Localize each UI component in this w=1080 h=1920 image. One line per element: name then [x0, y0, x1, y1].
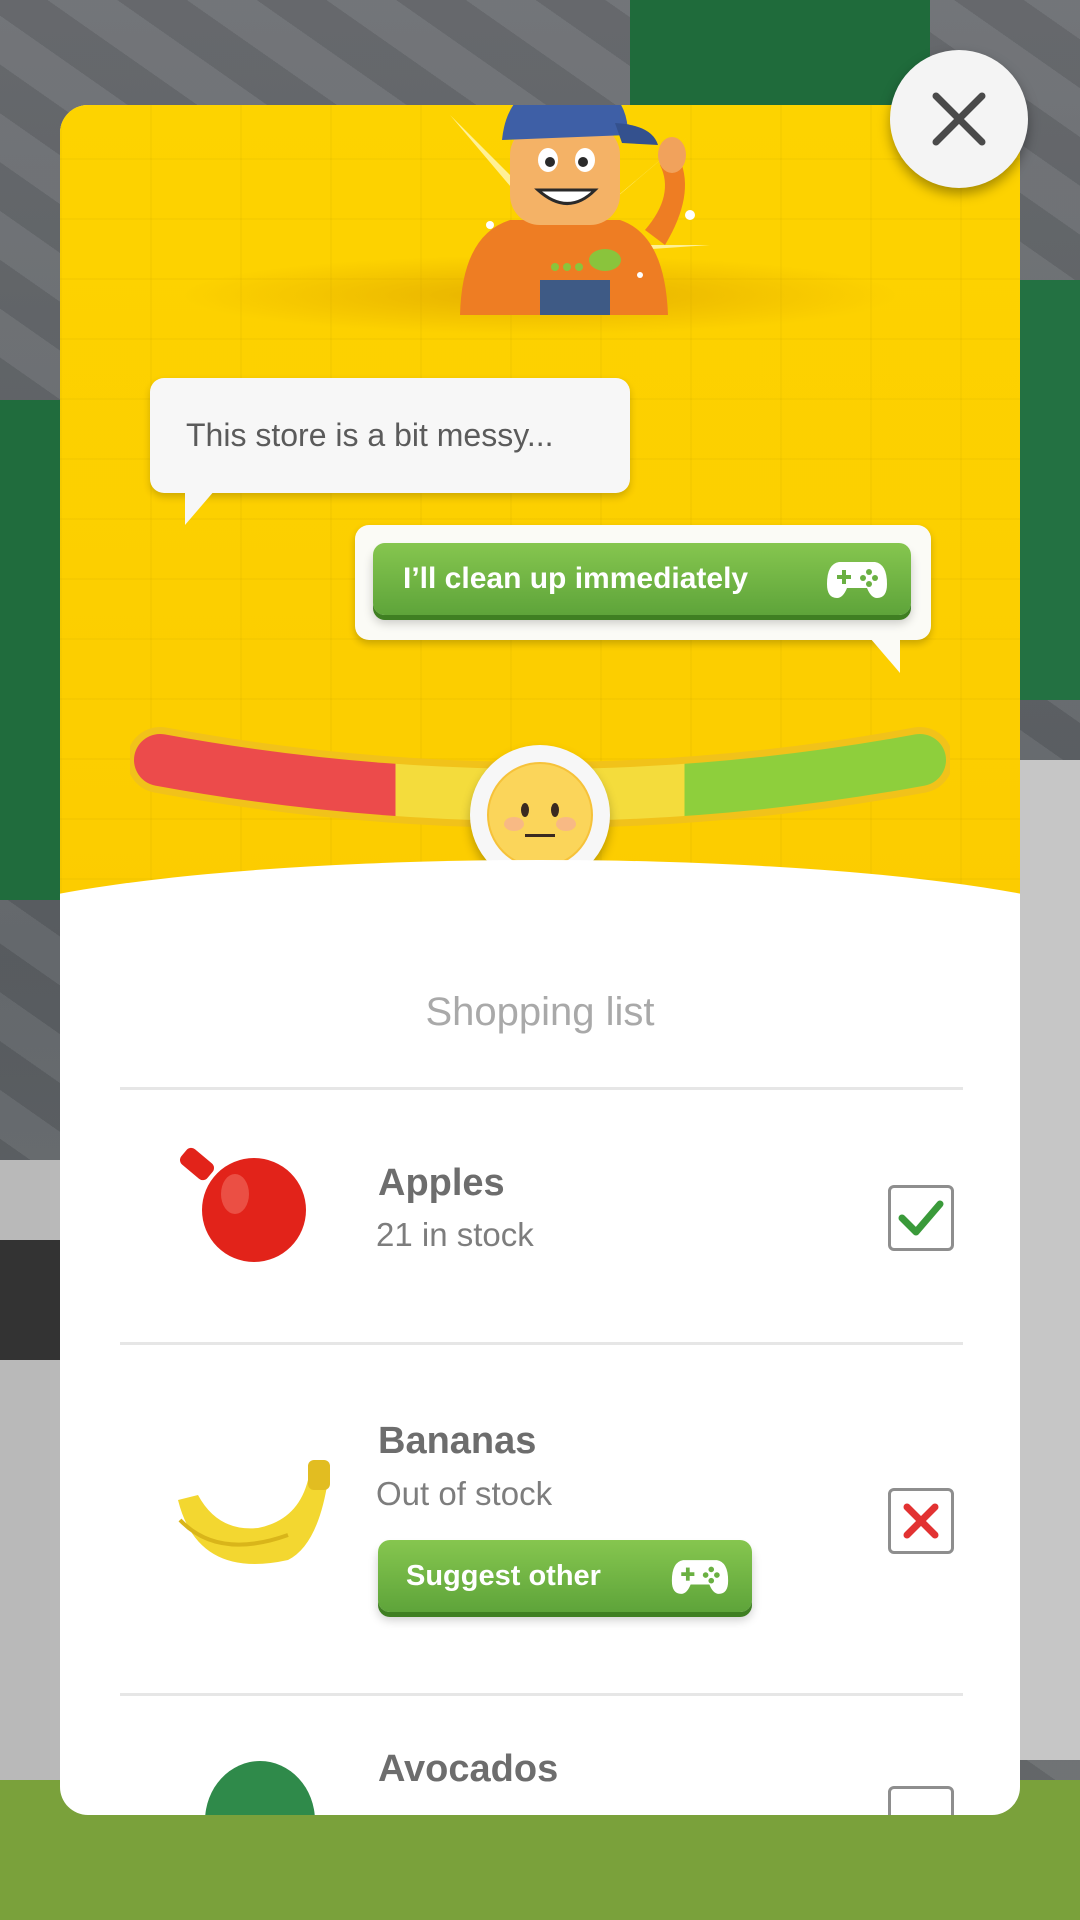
clean-up-button[interactable]: I’ll clean up immediately — [373, 543, 911, 615]
suggest-other-button[interactable]: Suggest other — [378, 1540, 752, 1612]
item-checkbox[interactable] — [888, 1786, 954, 1815]
speech-text: This store is a bit messy... — [186, 417, 554, 453]
dialog-header: This store is a bit messy... I’ll clean … — [60, 105, 1020, 940]
checkmark-icon — [898, 1200, 944, 1236]
close-icon — [932, 92, 986, 146]
list-item-apples: Apples 21 in stock — [60, 1090, 1020, 1340]
speech-bubble-tail — [185, 490, 215, 525]
clean-up-button-label: I’ll clean up immediately — [403, 562, 749, 595]
background-object — [0, 1240, 60, 1360]
item-checkbox-unavailable[interactable] — [888, 1488, 954, 1554]
item-stock: 21 in stock — [376, 1216, 534, 1253]
store-dialog: This store is a bit messy... I’ll clean … — [60, 105, 1020, 1815]
gamepad-icon — [827, 562, 887, 598]
list-item-bananas: Bananas Out of stock Suggest other — [60, 1345, 1020, 1695]
background-building — [630, 0, 930, 110]
list-item-avocados: Avocados — [60, 1696, 1020, 1815]
item-name: Apples — [378, 1162, 505, 1204]
background-lot — [1015, 760, 1080, 1760]
item-checkbox-checked[interactable] — [888, 1185, 954, 1251]
gamepad-icon — [671, 1560, 729, 1594]
banana-icon — [178, 1460, 330, 1564]
background-building — [1015, 280, 1080, 700]
cross-icon — [903, 1503, 939, 1539]
item-stock: Out of stock — [376, 1475, 553, 1512]
neutral-face-icon — [487, 762, 593, 868]
close-button[interactable] — [890, 50, 1028, 188]
apple-icon — [180, 1147, 306, 1262]
shopkeeper-character-icon — [450, 105, 710, 315]
item-name: Avocados — [378, 1748, 559, 1790]
shopping-list-title: Shopping list — [425, 990, 655, 1034]
avocado-icon — [205, 1761, 315, 1815]
item-name: Bananas — [378, 1420, 537, 1462]
reply-bubble: I’ll clean up immediately — [355, 525, 931, 640]
suggest-other-label: Suggest other — [406, 1559, 601, 1592]
speech-bubble: This store is a bit messy... — [150, 378, 630, 493]
reply-bubble-tail — [870, 638, 900, 673]
